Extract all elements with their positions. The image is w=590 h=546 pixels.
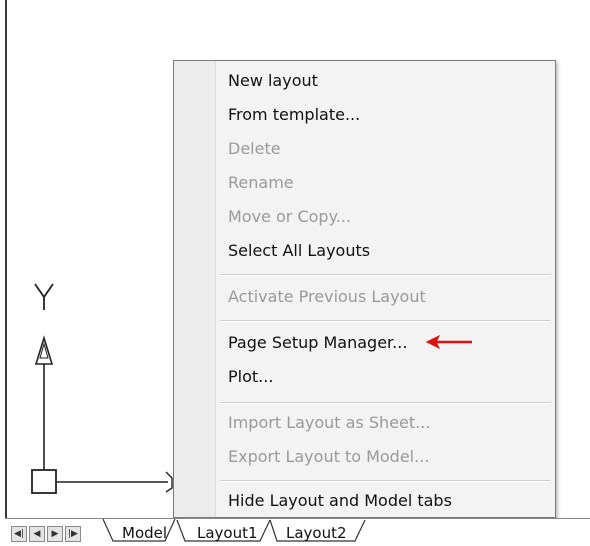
menu-item-move-or-copy: Move or Copy... (228, 207, 352, 226)
menu-item-hide-layout-and-model-tabs[interactable]: Hide Layout and Model tabs (228, 490, 452, 512)
tab-layout1[interactable]: Layout1 (197, 523, 258, 543)
viewport-left-border (5, 0, 7, 518)
layout-context-menu: New layout From template... Delete Renam… (173, 60, 556, 518)
menu-separator (220, 320, 551, 322)
ucs-y-letter (34, 283, 54, 310)
menu-separator (220, 480, 551, 482)
tab-layout2[interactable]: Layout2 (286, 523, 347, 543)
menu-icon-gutter (174, 61, 216, 517)
layout-tab-bar: ◀| ◀ ▶ |▶ Model Layout1 Layout2 (5, 518, 590, 546)
menu-item-rename: Rename (228, 173, 294, 192)
menu-item-from-template[interactable]: From template... (228, 104, 360, 126)
menu-item-page-setup-manager[interactable]: Page Setup Manager... (228, 332, 407, 354)
menu-item-plot[interactable]: Plot... (228, 366, 273, 388)
ucs-y-arrowhead (34, 335, 54, 365)
menu-item-import-layout-as-sheet: Import Layout as Sheet... (228, 413, 431, 432)
red-arrow-icon (425, 334, 472, 350)
menu-item-delete: Delete (228, 139, 281, 158)
menu-separator (220, 402, 551, 404)
menu-item-activate-previous-layout: Activate Previous Layout (228, 287, 426, 306)
drawing-area[interactable]: New layout From template... Delete Renam… (0, 0, 590, 546)
ucs-origin-box (31, 469, 57, 494)
menu-item-export-layout-to-model: Export Layout to Model... (228, 447, 430, 466)
menu-separator (220, 274, 551, 276)
tab-model[interactable]: Model (122, 523, 167, 543)
menu-item-new-layout[interactable]: New layout (228, 70, 318, 92)
menu-item-select-all-layouts[interactable]: Select All Layouts (228, 240, 370, 262)
